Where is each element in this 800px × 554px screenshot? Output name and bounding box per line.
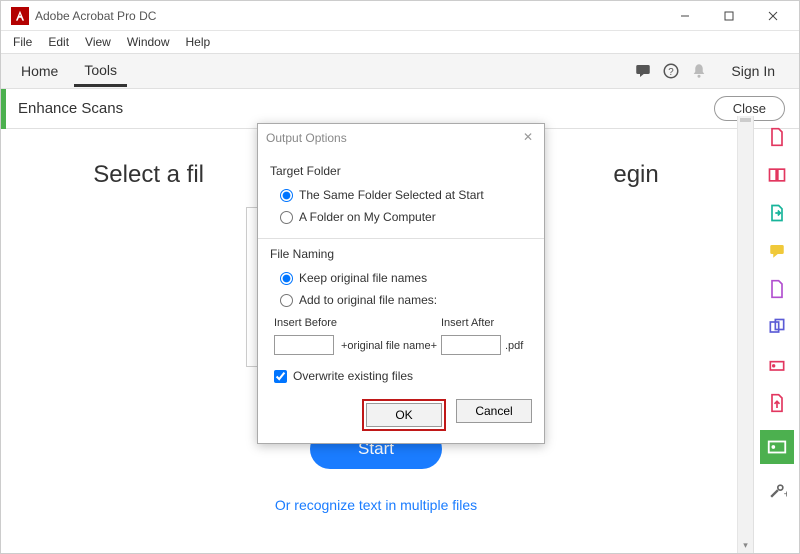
target-folder-label: Target Folder [270,164,532,178]
chat-icon[interactable] [629,57,657,85]
accent-bar [1,89,6,129]
radio-keep-names-input[interactable] [280,272,293,285]
overwrite-label: Overwrite existing files [293,369,413,383]
radio-my-computer-input[interactable] [280,211,293,224]
svg-text:?: ? [669,67,675,78]
overwrite-checkbox[interactable] [274,370,287,383]
insert-after-input[interactable] [441,335,501,355]
insert-before-label: Insert Before [274,317,337,329]
help-icon[interactable]: ? [657,57,685,85]
right-tool-rail: + [753,116,799,553]
insert-before-input[interactable] [274,335,334,355]
tabbar: Home Tools ? Sign In [1,53,799,89]
create-pdf-icon[interactable] [766,126,788,148]
radio-add-names-label: Add to original file names: [299,293,437,307]
dialog-title: Output Options [266,131,520,145]
tab-home[interactable]: Home [11,57,68,85]
radio-same-folder[interactable]: The Same Folder Selected at Start [270,184,532,206]
svg-text:+: + [783,490,786,501]
organize-icon[interactable] [766,278,788,300]
window-title: Adobe Acrobat Pro DC [35,9,663,23]
menubar: File Edit View Window Help [1,31,799,53]
close-window-button[interactable] [751,2,795,30]
menu-view[interactable]: View [79,33,117,51]
ok-highlight: OK [362,399,446,431]
titlebar: Adobe Acrobat Pro DC [1,1,799,31]
cancel-button[interactable]: Cancel [456,399,532,423]
minimize-button[interactable] [663,2,707,30]
export-pdf-icon[interactable] [766,202,788,224]
radio-my-computer-label: A Folder on My Computer [299,210,436,224]
radio-same-folder-label: The Same Folder Selected at Start [299,188,484,202]
radio-keep-names[interactable]: Keep original file names [270,267,532,289]
radio-same-folder-input[interactable] [280,189,293,202]
radio-keep-names-label: Keep original file names [299,271,427,285]
insert-after-label: Insert After [441,317,501,329]
scrollbar-thumb[interactable] [740,118,751,122]
radio-add-names-input[interactable] [280,294,293,307]
overwrite-checkbox-row[interactable]: Overwrite existing files [270,359,532,389]
original-name-label: +original file name+ [341,340,437,355]
app-logo-icon [11,7,29,25]
tool-title: Enhance Scans [18,100,714,117]
bell-icon[interactable] [685,57,713,85]
menu-window[interactable]: Window [121,33,176,51]
tab-tools[interactable]: Tools [74,56,127,87]
stamp-icon[interactable] [766,316,788,338]
radio-my-computer[interactable]: A Folder on My Computer [270,206,532,228]
menu-help[interactable]: Help [180,33,217,51]
enhance-scans-icon[interactable] [760,430,794,464]
recognize-multiple-link[interactable]: Or recognize text in multiple files [1,497,751,513]
maximize-button[interactable] [707,2,751,30]
vertical-scrollbar[interactable]: ▾ [737,116,753,553]
output-options-dialog: Output Options ✕ Target Folder The Same … [257,123,545,444]
menu-edit[interactable]: Edit [42,33,75,51]
menu-file[interactable]: File [7,33,38,51]
radio-add-names[interactable]: Add to original file names: [270,289,532,311]
extension-label: .pdf [505,340,523,355]
ok-button[interactable]: OK [366,403,442,427]
scroll-down-icon[interactable]: ▾ [738,537,753,553]
comment-icon[interactable] [766,240,788,262]
fill-sign-icon[interactable] [766,354,788,376]
combine-icon[interactable] [766,164,788,186]
optimize-icon[interactable] [766,392,788,414]
sign-in-link[interactable]: Sign In [713,63,789,79]
more-tools-icon[interactable]: + [766,480,788,502]
dialog-close-button[interactable]: ✕ [520,130,536,146]
file-naming-label: File Naming [270,247,532,261]
